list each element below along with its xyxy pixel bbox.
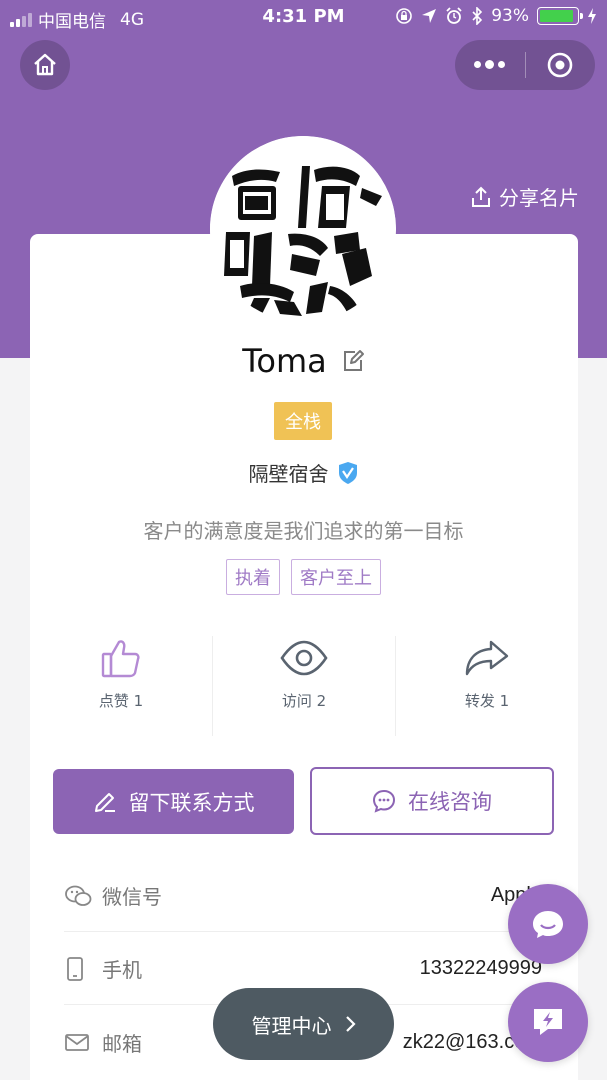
phone-label: 手机 xyxy=(102,958,142,982)
edit-pen-icon xyxy=(94,792,115,812)
like-count: 点赞 1 xyxy=(98,692,144,710)
company-name: 隔壁宿舍 xyxy=(248,462,329,486)
calligraphy-avatar-image xyxy=(210,136,396,322)
share-label: 分享名片 xyxy=(499,186,579,210)
manage-center-label: 管理中心 xyxy=(251,1013,332,1038)
visit-stat[interactable]: 访问 2 xyxy=(213,636,396,736)
wechat-label: 微信号 xyxy=(102,885,162,909)
close-miniapp-button[interactable] xyxy=(526,40,596,90)
chevron-right-icon xyxy=(345,1016,356,1032)
leave-contact-button[interactable]: 留下联系方式 xyxy=(53,769,294,834)
verified-icon xyxy=(338,461,357,484)
company-row: 隔壁宿舍 xyxy=(0,458,607,487)
phone-value: 13322249999 xyxy=(419,957,542,979)
share-card-button[interactable]: 分享名片 xyxy=(471,182,579,211)
target-icon xyxy=(547,52,573,78)
status-bar: 中国电信 4G 4:31 PM 93% xyxy=(0,0,607,34)
charging-icon xyxy=(588,8,596,24)
consult-online-button[interactable]: 在线咨询 xyxy=(310,767,554,835)
tag-list: 执着 客户至上 xyxy=(0,559,607,595)
bluetooth-icon xyxy=(472,7,483,25)
battery-icon xyxy=(537,7,583,25)
chat-bubble-icon xyxy=(372,789,396,813)
more-dots-icon xyxy=(474,60,506,69)
location-icon xyxy=(422,9,437,23)
chat-fab[interactable] xyxy=(508,884,588,964)
wechat-icon xyxy=(65,885,92,906)
edit-icon[interactable] xyxy=(341,349,365,373)
consult-online-label: 在线咨询 xyxy=(408,790,492,814)
more-button[interactable] xyxy=(455,40,525,90)
forward-stat[interactable]: 转发 1 xyxy=(396,636,578,736)
wechat-row[interactable]: 微信号 Apple xyxy=(64,860,542,932)
phone-icon xyxy=(67,956,83,981)
flash-fab[interactable] xyxy=(508,982,588,1062)
visit-count: 访问 2 xyxy=(281,692,327,710)
stats-row: 点赞 1 访问 2 转发 1 xyxy=(30,636,578,736)
miniapp-capsule xyxy=(455,40,595,90)
like-stat[interactable]: 点赞 1 xyxy=(30,636,213,736)
flash-chat-icon xyxy=(534,1009,562,1035)
share-icon xyxy=(472,186,490,207)
avatar xyxy=(210,136,396,322)
role-tag: 全栈 xyxy=(274,402,332,440)
leave-contact-label: 留下联系方式 xyxy=(128,790,255,815)
alarm-icon xyxy=(446,7,462,24)
eye-icon xyxy=(280,640,328,676)
home-icon xyxy=(34,53,56,76)
forward-count: 转发 1 xyxy=(464,692,510,710)
name-row: Toma xyxy=(0,342,607,380)
chat-bubbles-icon xyxy=(533,911,563,938)
tag-item: 执着 xyxy=(226,559,280,595)
tag-item: 客户至上 xyxy=(291,559,381,595)
forward-icon xyxy=(465,640,509,676)
battery-percent: 93% xyxy=(491,6,529,26)
email-label: 邮箱 xyxy=(102,1031,142,1056)
profile-name: Toma xyxy=(242,342,327,380)
mail-icon xyxy=(65,1034,89,1051)
manage-center-button[interactable]: 管理中心 xyxy=(213,988,394,1060)
thumbs-up-icon xyxy=(101,640,140,678)
orientation-lock-icon xyxy=(396,8,413,24)
home-button[interactable] xyxy=(20,40,70,90)
motto-text: 客户的满意度是我们追求的第一目标 xyxy=(143,519,464,543)
